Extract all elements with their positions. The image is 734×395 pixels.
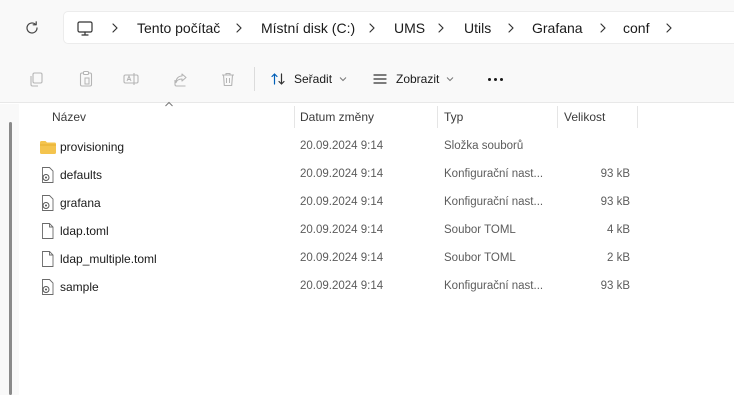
breadcrumb-utils[interactable]: Utils xyxy=(464,20,491,36)
breadcrumb-grafana[interactable]: Grafana xyxy=(532,20,583,36)
file-name: ldap.toml xyxy=(60,224,109,238)
rename-icon xyxy=(123,73,139,85)
breadcrumb-this-pc[interactable]: Tento počítač xyxy=(137,20,220,36)
breadcrumb-separator-icon[interactable] xyxy=(506,22,516,34)
address-bar[interactable]: Tento počítač Místní disk (C:) UMS Utils… xyxy=(63,11,734,44)
delete-icon xyxy=(222,72,234,87)
paste-icon xyxy=(79,70,93,87)
file-date: 20.09.2024 9:14 xyxy=(300,168,384,180)
file-size: 4 kB xyxy=(606,224,630,236)
file-row[interactable]: ldap_multiple.toml 20.09.2024 9:14 Soubo… xyxy=(19,245,734,273)
breadcrumb-separator-icon[interactable] xyxy=(436,22,446,34)
column-divider[interactable] xyxy=(437,106,438,128)
column-header-size[interactable]: Velikost xyxy=(564,104,605,130)
refresh-button[interactable] xyxy=(20,16,44,40)
view-icon xyxy=(373,74,387,84)
refresh-icon xyxy=(26,21,38,34)
column-divider[interactable] xyxy=(637,106,638,128)
address-row: Tento počítač Místní disk (C:) UMS Utils… xyxy=(0,0,734,55)
column-header-type[interactable]: Typ xyxy=(444,104,463,130)
command-bar: Seřadit Zobrazit xyxy=(0,55,734,103)
file-date: 20.09.2024 9:14 xyxy=(300,280,384,292)
file-type: Konfigurační nast... xyxy=(444,168,544,180)
file-icon xyxy=(42,251,54,267)
chevron-down-icon xyxy=(447,77,454,82)
file-row[interactable]: sample 20.09.2024 9:14 Konfigurační nast… xyxy=(19,273,734,301)
file-size: 93 kB xyxy=(600,280,630,292)
breadcrumb-separator-icon[interactable] xyxy=(664,22,674,34)
file-date: 20.09.2024 9:14 xyxy=(300,196,384,208)
file-size: 93 kB xyxy=(600,196,630,208)
breadcrumb-separator-icon[interactable] xyxy=(110,22,120,34)
file-name: defaults xyxy=(60,168,103,182)
file-icon xyxy=(42,223,54,239)
breadcrumb-conf[interactable]: conf xyxy=(623,20,649,36)
copy-icon xyxy=(30,72,43,87)
copy-button[interactable] xyxy=(25,68,47,90)
config-file-icon xyxy=(42,195,54,211)
file-type: Soubor TOML xyxy=(444,224,516,236)
file-row[interactable]: defaults 20.09.2024 9:14 Konfigurační na… xyxy=(19,161,734,189)
rename-button[interactable] xyxy=(120,68,142,90)
breadcrumb-ums[interactable]: UMS xyxy=(394,20,425,36)
config-file-icon xyxy=(42,279,54,295)
breadcrumb-separator-icon[interactable] xyxy=(598,22,608,34)
column-divider[interactable] xyxy=(557,106,558,128)
file-date: 20.09.2024 9:14 xyxy=(300,140,384,152)
breadcrumb-local-disk[interactable]: Místní disk (C:) xyxy=(261,20,355,36)
share-button[interactable] xyxy=(170,68,192,90)
file-name: sample xyxy=(60,280,99,294)
file-date: 20.09.2024 9:14 xyxy=(300,224,384,236)
file-row[interactable]: ldap.toml 20.09.2024 9:14 Soubor TOML 4 … xyxy=(19,217,734,245)
file-row[interactable]: provisioning 20.09.2024 9:14 Složka soub… xyxy=(19,133,734,161)
config-file-icon xyxy=(42,167,54,183)
more-icon xyxy=(487,77,491,81)
column-divider[interactable] xyxy=(294,106,295,128)
delete-button[interactable] xyxy=(217,68,239,90)
file-row[interactable]: grafana 20.09.2024 9:14 Konfigurační nas… xyxy=(19,189,734,217)
sort-ascending-icon xyxy=(165,101,173,107)
chevron-down-icon xyxy=(339,77,347,82)
share-icon xyxy=(174,73,187,87)
view-label: Zobrazit xyxy=(396,72,440,86)
column-header-name[interactable]: Název xyxy=(52,104,86,130)
sort-label: Seřadit xyxy=(294,72,333,86)
more-options-button[interactable] xyxy=(483,71,507,87)
this-pc-icon[interactable] xyxy=(76,19,94,37)
file-type: Konfigurační nast... xyxy=(444,280,544,292)
file-size: 93 kB xyxy=(600,168,630,180)
file-name: provisioning xyxy=(60,140,125,154)
paste-button[interactable] xyxy=(75,68,97,90)
file-date: 20.09.2024 9:14 xyxy=(300,252,384,264)
folder-icon xyxy=(40,141,56,154)
breadcrumb-separator-icon[interactable] xyxy=(234,22,244,34)
file-size: 2 kB xyxy=(606,252,630,264)
file-type: Konfigurační nast... xyxy=(444,196,544,208)
file-type: Soubor TOML xyxy=(444,252,516,264)
toolbar-divider xyxy=(254,67,255,91)
sort-icon xyxy=(271,73,285,85)
column-header-date[interactable]: Datum změny xyxy=(300,104,374,130)
sort-button[interactable]: Seřadit xyxy=(270,67,347,91)
file-name: ldap_multiple.toml xyxy=(60,252,157,266)
file-name: grafana xyxy=(60,196,101,210)
navigation-pane-scrollbar[interactable] xyxy=(9,122,12,395)
breadcrumb-separator-icon[interactable] xyxy=(367,22,377,34)
view-button[interactable]: Zobrazit xyxy=(372,67,454,91)
file-type: Složka souborů xyxy=(444,140,524,152)
